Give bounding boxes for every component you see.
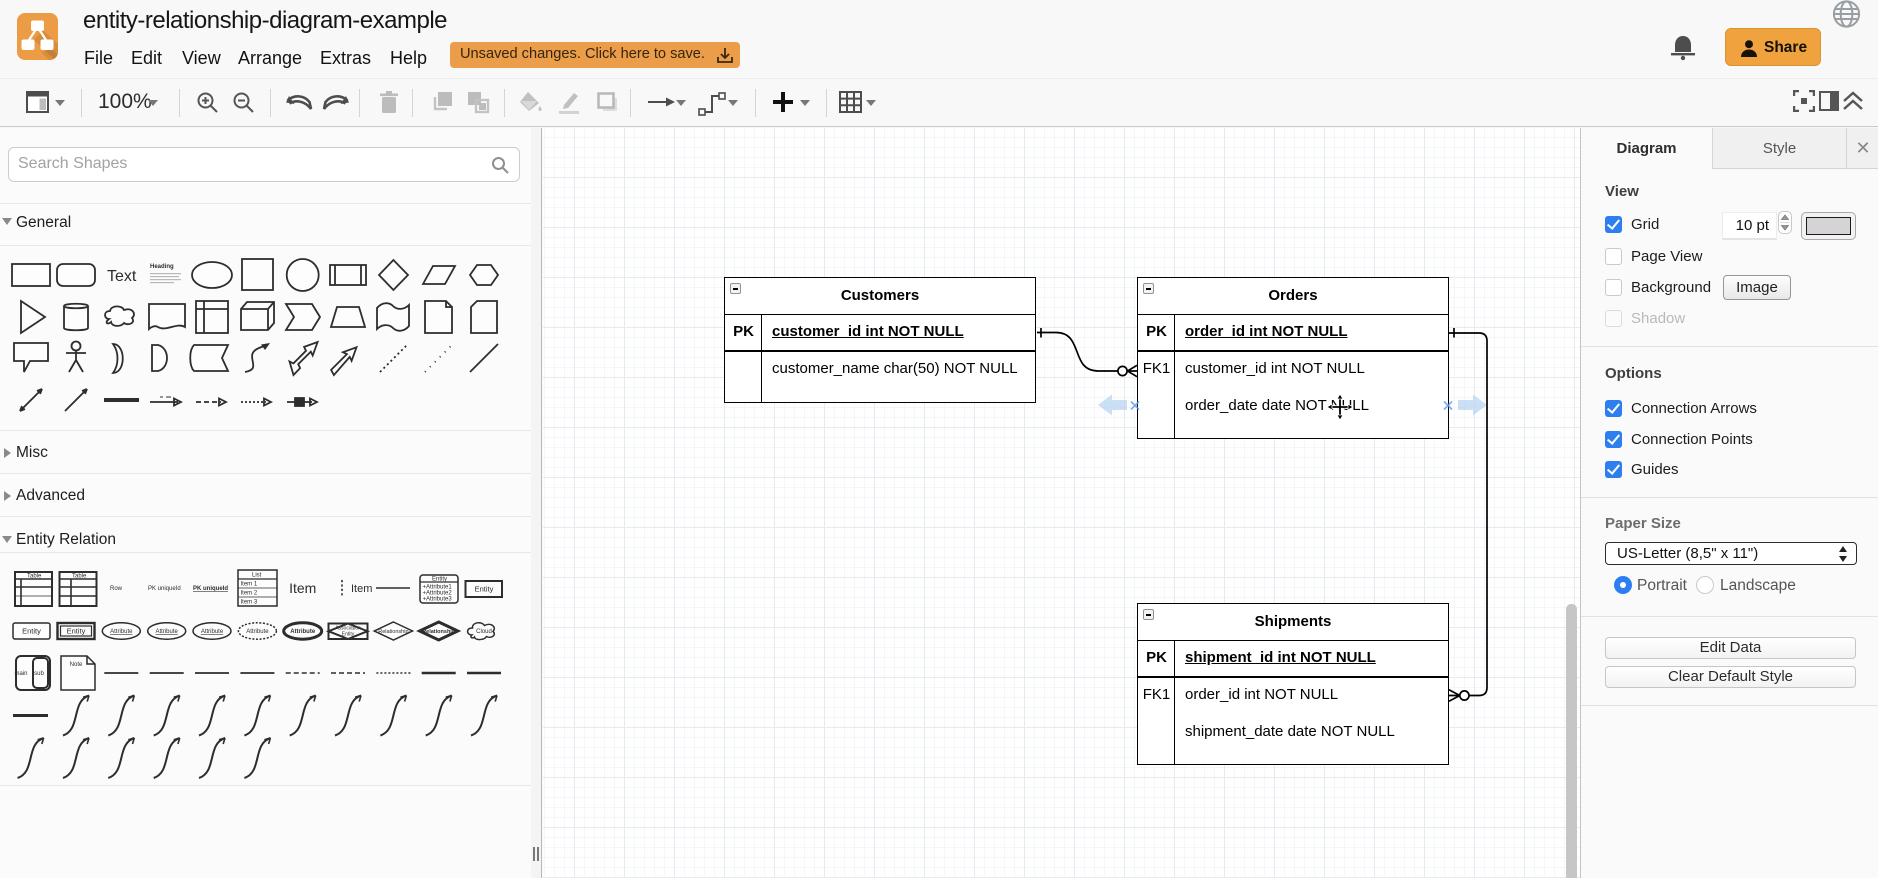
svg-text:Entity: Entity (432, 577, 447, 583)
svg-text:Item: Item (289, 580, 316, 596)
svg-text:Attribute: Attribute (290, 629, 316, 635)
svg-text:Attribute: Attribute (201, 629, 224, 635)
svg-text:Relationship: Relationship (378, 629, 408, 635)
svg-text:Text: Text (107, 268, 137, 285)
svg-text:main: main (14, 671, 27, 677)
svg-text:Item 3: Item 3 (241, 600, 258, 606)
svg-text:Row: Row (110, 586, 123, 592)
svg-text:Table: Table (72, 574, 87, 580)
svg-text:Note: Note (70, 662, 83, 668)
svg-text:Attribute: Attribute (110, 629, 133, 635)
svg-text:Heading: Heading (150, 264, 174, 270)
svg-text:Table: Table (27, 574, 42, 580)
svg-text:sub: sub (34, 671, 44, 677)
svg-text:Entity: Entity (67, 627, 86, 636)
svg-text:Attribute: Attribute (246, 629, 269, 635)
svg-text:Entity: Entity (342, 632, 355, 638)
svg-text:Attribute: Attribute (156, 629, 179, 635)
svg-text:PK uniqueId: PK uniqueId (148, 586, 181, 592)
svg-text:Entity: Entity (475, 585, 494, 594)
svg-text:Cloud: Cloud (476, 629, 492, 635)
svg-text:List: List (252, 573, 262, 579)
svg-text:Item 2: Item 2 (241, 591, 258, 597)
svg-text:Entity: Entity (22, 627, 41, 636)
svg-text:Item 1: Item 1 (241, 582, 258, 588)
svg-text:Relationship: Relationship (422, 629, 456, 635)
svg-text:+Attribute3: +Attribute3 (423, 597, 453, 603)
svg-text:Item: Item (351, 583, 372, 595)
svg-text:PK uniqueId: PK uniqueId (193, 586, 228, 592)
